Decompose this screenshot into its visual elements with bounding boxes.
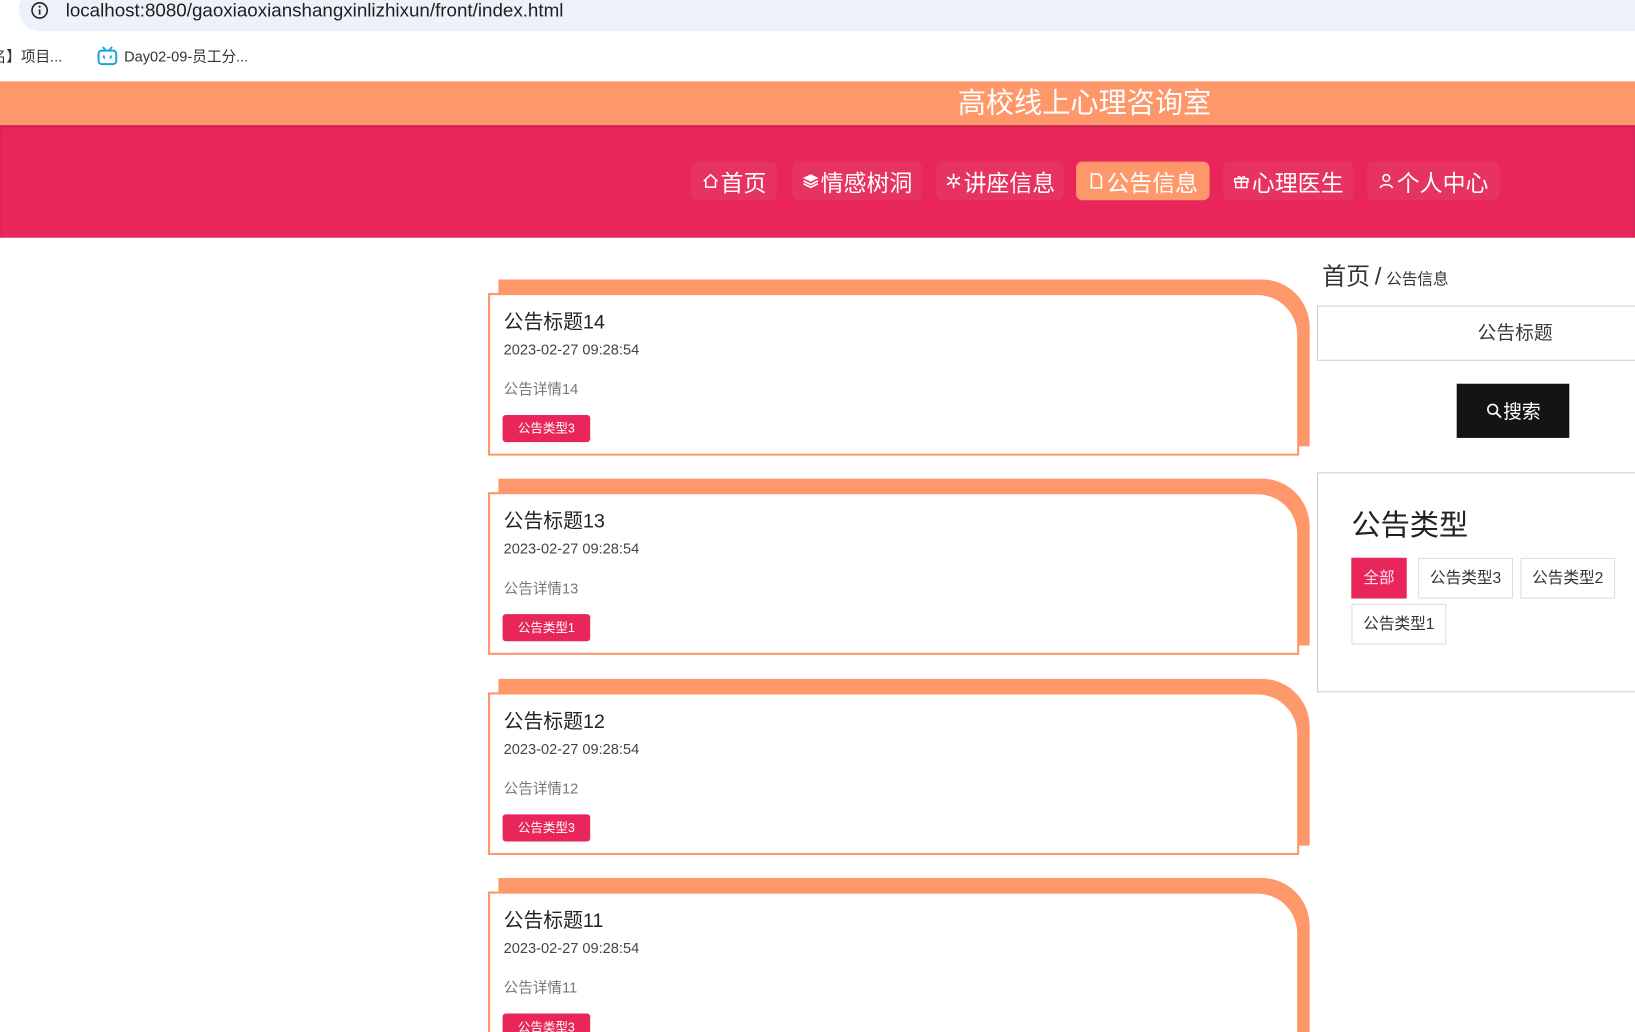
- bookmark-day02[interactable]: Day02-09-员工分...: [124, 46, 248, 67]
- search-button[interactable]: 搜索: [1456, 383, 1570, 438]
- category-title: 公告类型: [1351, 508, 1469, 542]
- user-icon: [1380, 173, 1394, 189]
- notice-date: 2023-02-27 09:28:54: [503, 540, 640, 557]
- notice-detail: 公告详情11: [503, 979, 578, 996]
- nav-item-tree-hole[interactable]: 情感树洞: [792, 161, 922, 201]
- notice-detail: 公告详情12: [503, 779, 579, 797]
- url-text[interactable]: localhost:8080/gaoxiaoxianshangxinlizhix…: [66, 0, 564, 22]
- notice-detail: 公告详情13: [503, 579, 579, 597]
- layers-icon: [802, 174, 819, 189]
- notice-card[interactable]: 公告标题12 2023-02-27 09:28:54 公告详情12 公告类型3: [487, 678, 1310, 856]
- notice-date: 2023-02-27 09:28:54: [503, 740, 640, 758]
- search-input[interactable]: [1316, 305, 1635, 361]
- notice-type-badge: 公告类型1: [502, 614, 591, 642]
- card-body: 公告标题11 2023-02-27 09:28:54 公告详情11 公告类型3: [487, 891, 1300, 1032]
- breadcrumb-separator: /: [1374, 262, 1382, 290]
- nav-label: 个人中心: [1396, 169, 1489, 196]
- notice-title[interactable]: 公告标题14: [504, 311, 605, 336]
- notice-detail: 公告详情14: [503, 380, 579, 398]
- breadcrumb-current: 公告信息: [1386, 271, 1449, 289]
- site-title: 高校线上心理咨询室: [957, 87, 1212, 119]
- breadcrumb: 首页 / 公告信息: [1322, 262, 1448, 295]
- breadcrumb-home[interactable]: 首页: [1322, 263, 1370, 290]
- notice-type-badge: 公告类型3: [502, 1013, 591, 1032]
- bilibili-tv-icon: [97, 46, 118, 66]
- category-panel: 公告类型 全部 公告类型3 公告类型2 公告类型1: [1316, 472, 1635, 693]
- nav-item-doctors[interactable]: 心理医生: [1223, 161, 1354, 201]
- notice-card[interactable]: 公告标题14 2023-02-27 09:28:54 公告详情14 公告类型3: [487, 279, 1310, 456]
- nav-label: 公告信息: [1106, 169, 1199, 196]
- notice-date: 2023-02-27 09:28:54: [503, 340, 640, 358]
- home-icon: [703, 173, 719, 188]
- gift-icon: [1234, 175, 1250, 189]
- category-tag-type3[interactable]: 公告类型3: [1418, 557, 1514, 599]
- nav-item-home[interactable]: 首页: [691, 161, 777, 201]
- notice-title[interactable]: 公告标题11: [504, 909, 604, 934]
- search-icon: [1486, 403, 1502, 419]
- document-icon: [1090, 173, 1103, 189]
- notice-title[interactable]: 公告标题12: [504, 710, 605, 735]
- notice-date: 2023-02-27 09:28:54: [503, 939, 640, 957]
- title-band: [0, 81, 1635, 126]
- card-body: 公告标题14 2023-02-27 09:28:54 公告详情14 公告类型3: [487, 293, 1300, 456]
- category-tag-type2[interactable]: 公告类型2: [1520, 557, 1616, 599]
- card-body: 公告标题12 2023-02-27 09:28:54 公告详情12 公告类型3: [487, 692, 1300, 856]
- card-body: 公告标题13 2023-02-27 09:28:54 公告详情13 公告类型1: [487, 492, 1300, 655]
- nav-label: 讲座信息: [963, 169, 1056, 196]
- category-tag-type1[interactable]: 公告类型1: [1351, 603, 1447, 645]
- nav-item-profile[interactable]: 个人中心: [1367, 161, 1500, 201]
- nav-label: 心理医生: [1251, 169, 1344, 196]
- notice-card[interactable]: 公告标题13 2023-02-27 09:28:54 公告详情13 公告类型1: [487, 478, 1310, 655]
- notice-card[interactable]: 公告标题11 2023-02-27 09:28:54 公告详情11 公告类型3: [487, 877, 1310, 1032]
- notice-type-badge: 公告类型3: [502, 415, 591, 443]
- nav-item-lectures[interactable]: 讲座信息: [936, 161, 1064, 201]
- bookmark-project[interactable]: 名】项目...: [0, 46, 62, 67]
- info-icon[interactable]: [30, 1, 49, 20]
- asterisk-icon: [946, 173, 961, 189]
- page: localhost:8080/gaoxiaoxianshangxinlizhix…: [0, 0, 1635, 1032]
- nav-label: 情感树洞: [820, 169, 913, 196]
- category-tag-all[interactable]: 全部: [1351, 557, 1407, 599]
- search-button-label: 搜索: [1503, 401, 1541, 423]
- notice-title[interactable]: 公告标题13: [504, 510, 605, 535]
- nav-item-notices[interactable]: 公告信息: [1076, 161, 1210, 201]
- notice-type-badge: 公告类型3: [502, 814, 591, 842]
- nav-label: 首页: [720, 169, 767, 196]
